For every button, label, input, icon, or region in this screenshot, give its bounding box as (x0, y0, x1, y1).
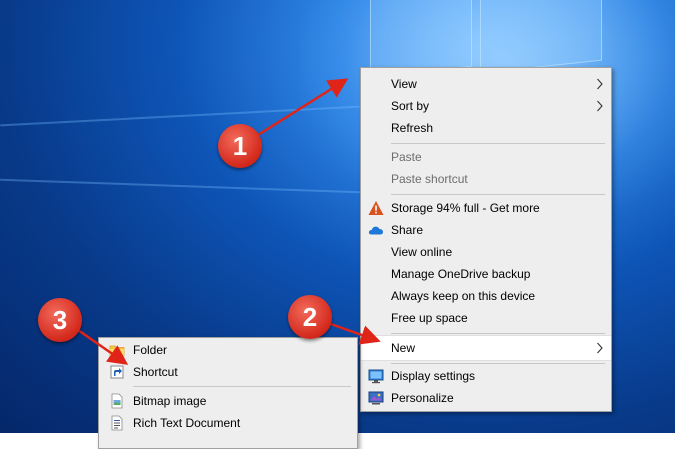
callout-badge-2: 2 (288, 295, 332, 339)
callout-arrow-1 (257, 78, 349, 137)
callout-badge-1: 1 (218, 124, 262, 168)
callout-arrow-3 (77, 328, 129, 365)
annotation-arrows (77, 78, 381, 365)
callout-arrow-2 (324, 320, 381, 345)
callout-badge-3: 3 (38, 298, 82, 342)
